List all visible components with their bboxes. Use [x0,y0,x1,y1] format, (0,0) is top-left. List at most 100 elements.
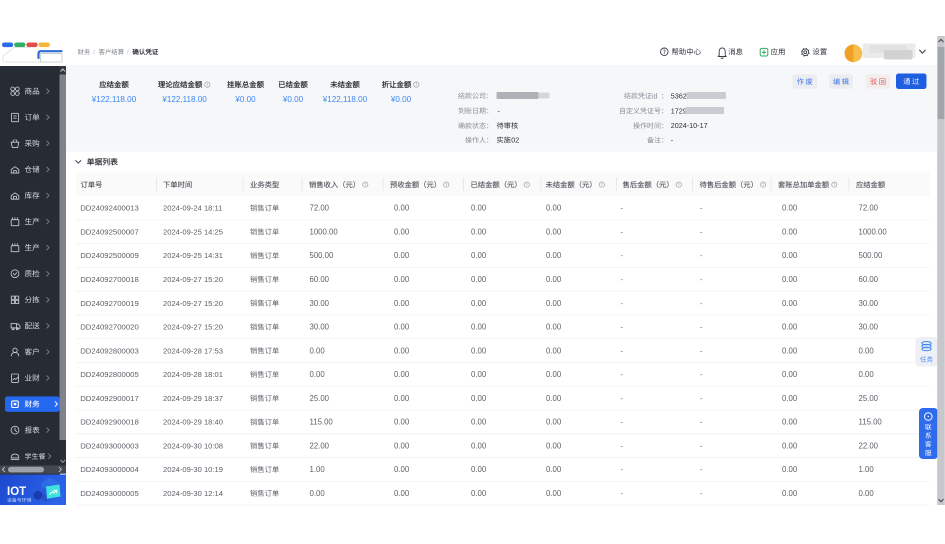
svg-text:DD24092900017: DD24092900017 [80,394,139,403]
svg-text:0.00: 0.00 [546,299,562,308]
svg-text:0.00: 0.00 [782,251,798,260]
svg-text:DD24092500009: DD24092500009 [80,251,139,260]
svg-text:0.00: 0.00 [471,489,487,498]
svg-text:0.00: 0.00 [859,346,875,355]
svg-text:0.00: 0.00 [394,204,410,213]
svg-text:0.00: 0.00 [546,275,562,284]
svg-text:0.00: 0.00 [546,323,562,332]
svg-text:0.00: 0.00 [546,227,562,236]
svg-text:0.00: 0.00 [546,418,562,427]
svg-text:¥122,118.00: ¥122,118.00 [161,95,207,104]
svg-text:0.00: 0.00 [782,299,798,308]
svg-text:0.00: 0.00 [782,489,798,498]
svg-text:0.00: 0.00 [782,346,798,355]
svg-text:DD24092400013: DD24092400013 [80,204,139,213]
svg-text:0.00: 0.00 [394,299,410,308]
svg-text:2024-09-28 17:53: 2024-09-28 17:53 [163,346,223,355]
svg-text:2024-09-27 15:20: 2024-09-27 15:20 [163,299,223,308]
svg-text:DD24093000003: DD24093000003 [80,441,139,450]
svg-text:0.00: 0.00 [394,275,410,284]
svg-text:2024-09-27 15:20: 2024-09-27 15:20 [163,323,223,332]
svg-text:1000.00: 1000.00 [310,227,339,236]
svg-text:0.00: 0.00 [394,227,410,236]
svg-text:25.00: 25.00 [310,394,330,403]
svg-text:0.00: 0.00 [394,251,410,260]
svg-text:72.00: 72.00 [310,204,330,213]
svg-text:¥0.00: ¥0.00 [390,95,412,104]
svg-text:0.00: 0.00 [310,370,326,379]
svg-text:DD24092800003: DD24092800003 [80,346,139,355]
svg-text:0.00: 0.00 [546,346,562,355]
svg-text:25.00: 25.00 [859,394,879,403]
svg-text:1729: 1729 [671,106,687,115]
svg-text:0.00: 0.00 [471,441,487,450]
svg-text:2024-09-30 10:19: 2024-09-30 10:19 [163,465,223,474]
svg-text:DD24093000005: DD24093000005 [80,489,139,498]
svg-text:0.00: 0.00 [782,227,798,236]
svg-text:0.00: 0.00 [310,346,326,355]
svg-text:IOT: IOT [7,486,26,498]
svg-text:0.00: 0.00 [394,323,410,332]
svg-text:DD24092700019: DD24092700019 [80,299,139,308]
svg-text:2024-09-25 14:31: 2024-09-25 14:31 [163,251,223,260]
svg-text:2024-10-17: 2024-10-17 [671,121,708,130]
svg-text:2024-09-28 18:01: 2024-09-28 18:01 [163,370,223,379]
svg-text:0.00: 0.00 [471,394,487,403]
svg-text:0.00: 0.00 [546,394,562,403]
svg-text:0.00: 0.00 [310,489,326,498]
svg-text:2024-09-27 15:20: 2024-09-27 15:20 [163,275,223,284]
svg-text:0.00: 0.00 [471,465,487,474]
svg-text:0.00: 0.00 [546,370,562,379]
svg-text:DD24092800005: DD24092800005 [80,370,139,379]
svg-text:0.00: 0.00 [546,251,562,260]
svg-text:30.00: 30.00 [310,299,330,308]
svg-text:0.00: 0.00 [782,323,798,332]
svg-text:2024-09-29 18:40: 2024-09-29 18:40 [163,418,223,427]
svg-text:0.00: 0.00 [394,370,410,379]
svg-text:0.00: 0.00 [782,465,798,474]
svg-text:1.00: 1.00 [859,465,875,474]
svg-text:0.00: 0.00 [471,251,487,260]
svg-text:¥122,118.00: ¥122,118.00 [322,95,368,104]
svg-text:115.00: 115.00 [310,418,334,427]
svg-text:0.00: 0.00 [394,441,410,450]
svg-text:DD24092700020: DD24092700020 [80,323,139,332]
svg-text:1000.00: 1000.00 [859,227,888,236]
svg-text:¥0.00: ¥0.00 [234,95,256,104]
svg-text:0.00: 0.00 [782,441,798,450]
svg-text:2024-09-30 10:08: 2024-09-30 10:08 [163,441,223,450]
svg-text:/: / [127,49,129,56]
svg-text:0.00: 0.00 [471,418,487,427]
svg-text:30.00: 30.00 [859,299,879,308]
svg-text:30.00: 30.00 [859,323,879,332]
svg-text:0.00: 0.00 [394,489,410,498]
svg-text:0.00: 0.00 [471,227,487,236]
svg-text:¥0.00: ¥0.00 [282,95,304,104]
svg-text:0.00: 0.00 [782,275,798,284]
svg-text:0.00: 0.00 [471,204,487,213]
svg-text:0.00: 0.00 [471,299,487,308]
svg-text:0.00: 0.00 [782,418,798,427]
svg-text:22.00: 22.00 [310,441,330,450]
svg-text:2024-09-30 12:14: 2024-09-30 12:14 [163,489,223,498]
svg-text:id: id [652,93,658,100]
svg-text:¥122,118.00: ¥122,118.00 [91,95,137,104]
svg-text:0.00: 0.00 [471,275,487,284]
svg-text:0.00: 0.00 [546,204,562,213]
svg-text:0.00: 0.00 [471,323,487,332]
svg-text:2024-09-29 18:37: 2024-09-29 18:37 [163,394,223,403]
svg-text:1.00: 1.00 [310,465,326,474]
svg-text:2024-09-25 14:25: 2024-09-25 14:25 [163,227,223,236]
svg-text:/: / [93,49,95,56]
svg-text:DD24092900018: DD24092900018 [80,418,139,427]
svg-text:DD24092700018: DD24092700018 [80,275,139,284]
svg-text:0.00: 0.00 [394,465,410,474]
svg-text:0.00: 0.00 [859,370,875,379]
svg-text:30.00: 30.00 [310,323,330,332]
svg-text:115.00: 115.00 [859,418,883,427]
svg-text:02: 02 [511,136,519,145]
svg-text:500.00: 500.00 [859,251,884,260]
svg-text:0.00: 0.00 [859,489,875,498]
svg-text:60.00: 60.00 [310,275,330,284]
svg-text:0.00: 0.00 [546,465,562,474]
